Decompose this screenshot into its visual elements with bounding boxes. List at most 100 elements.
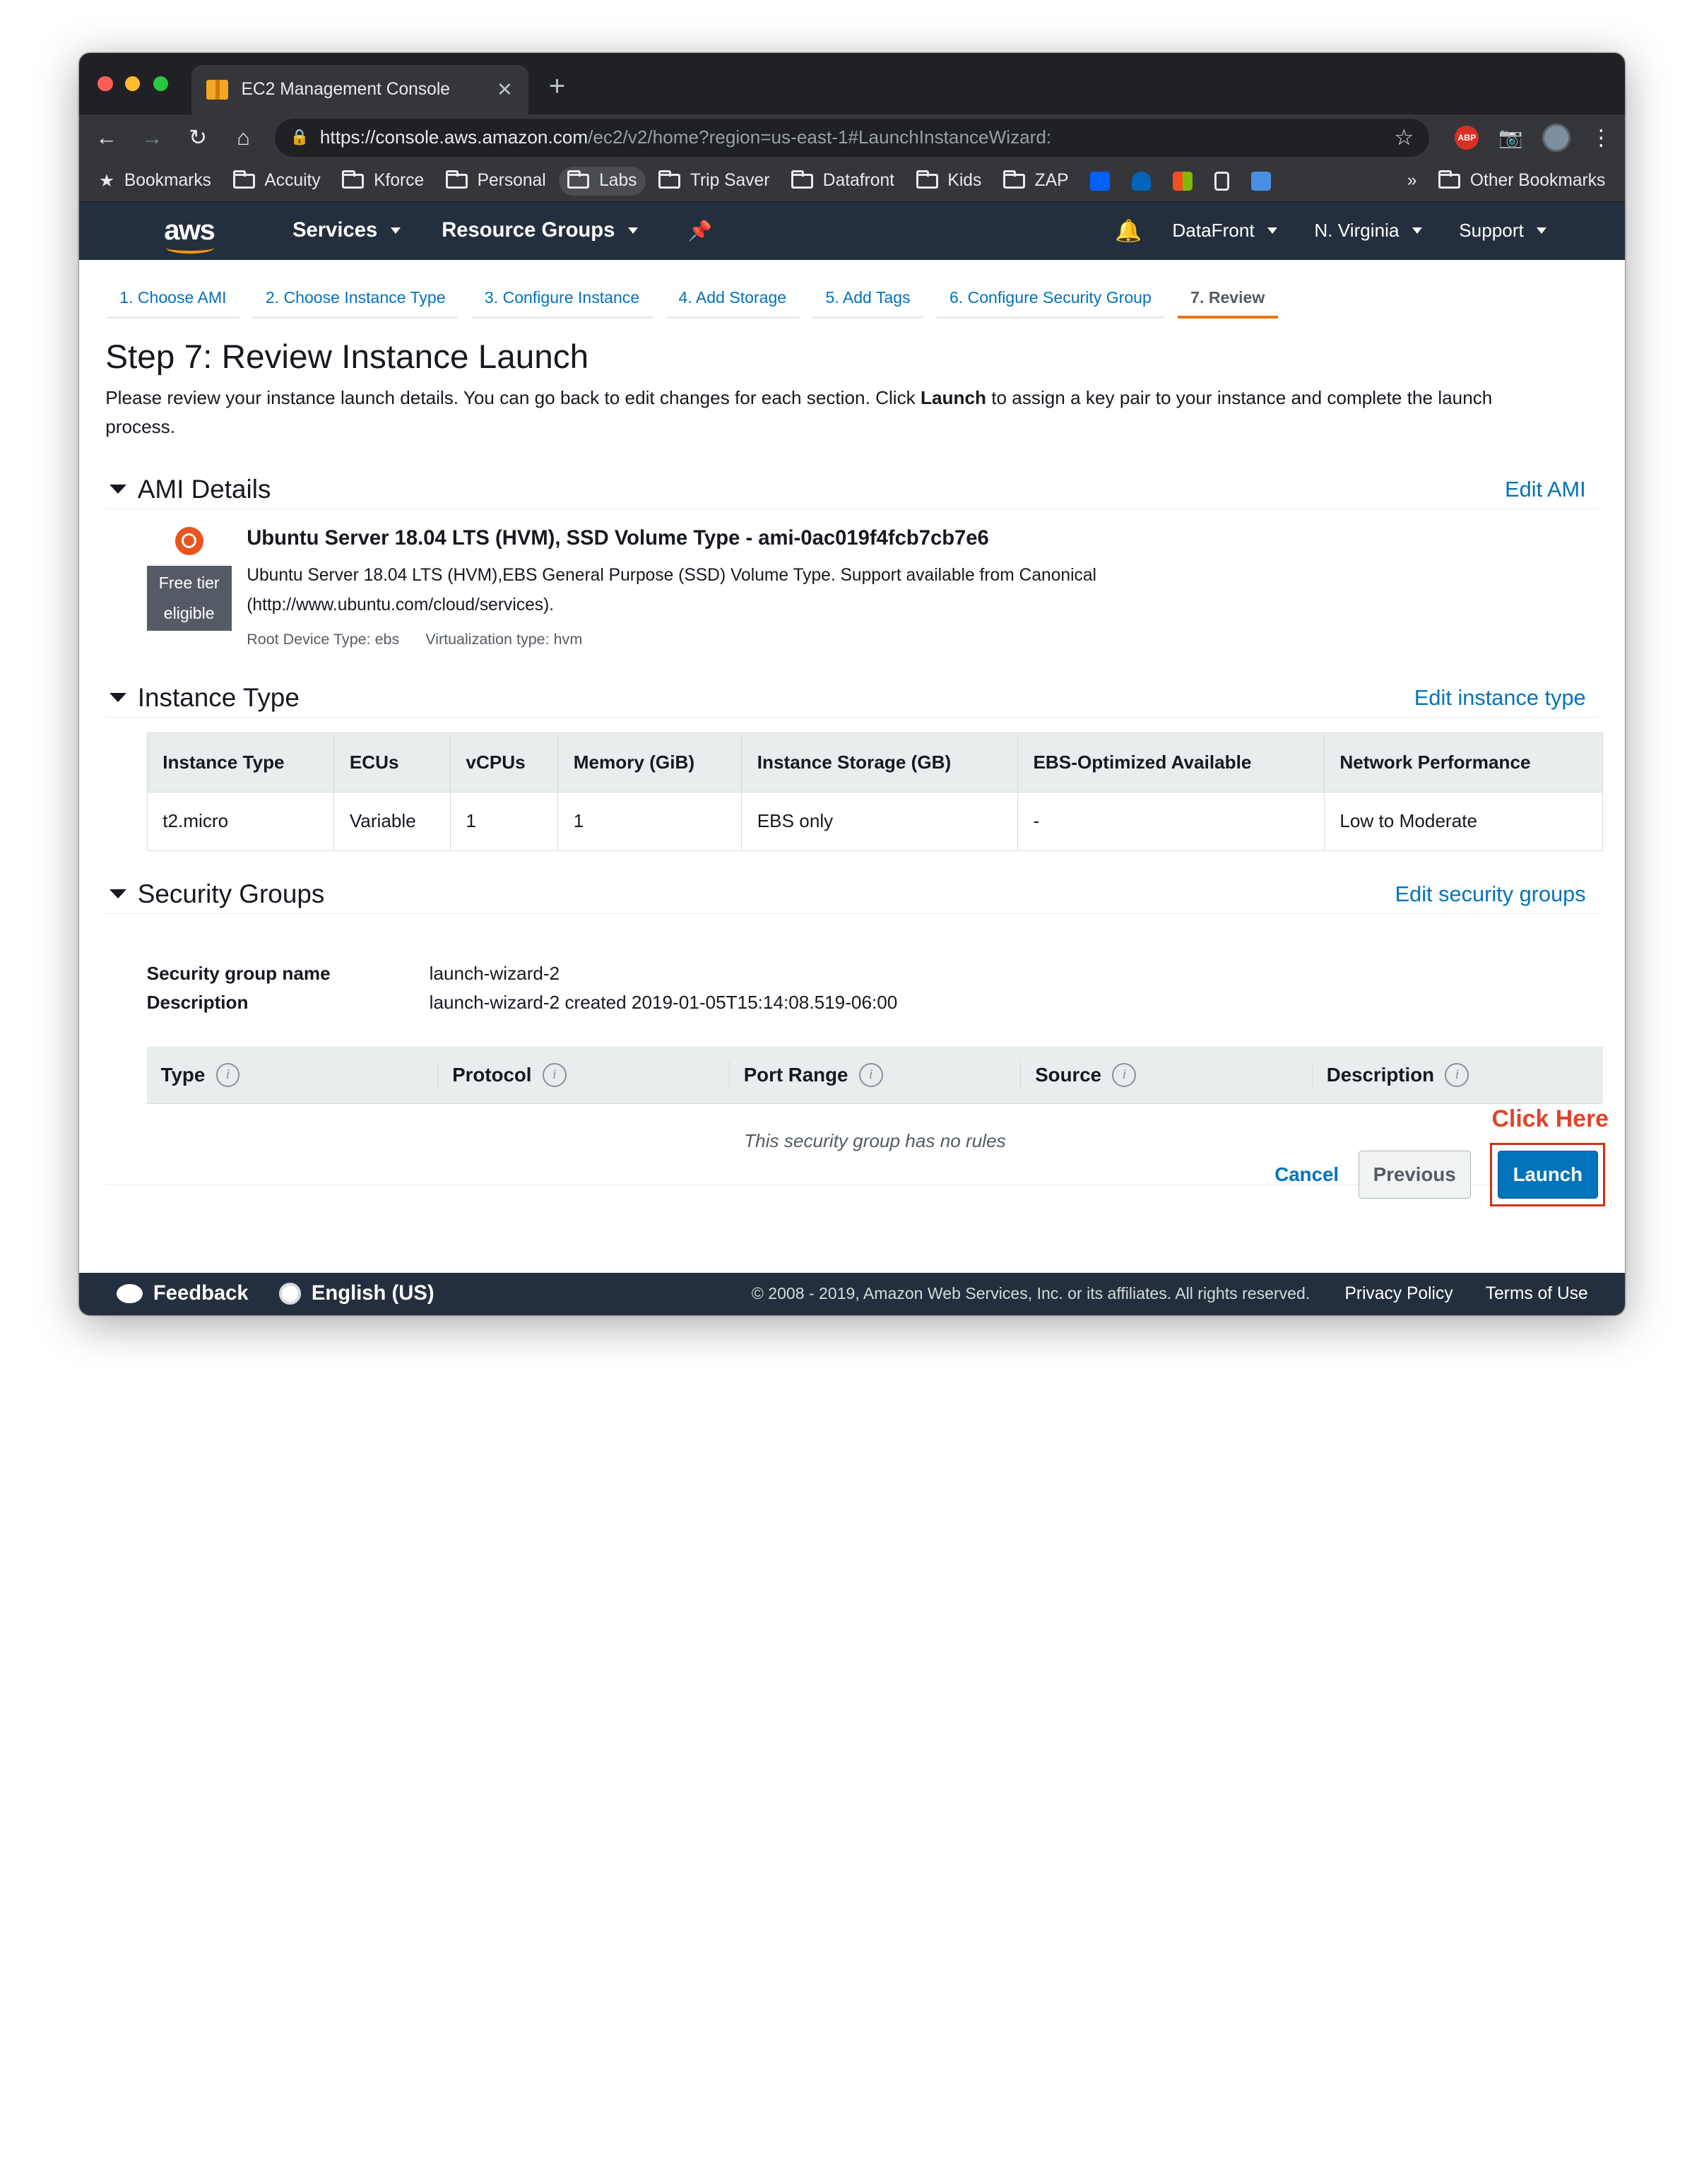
previous-button[interactable]: Previous [1358,1151,1471,1199]
document-icon[interactable] [1214,171,1230,191]
collapse-triangle-icon[interactable] [110,485,127,495]
bookmark-star-icon[interactable]: ☆ [1394,125,1414,150]
bookmark-folder[interactable]: Datafront [791,170,894,191]
aws-logo[interactable]: aws [164,215,215,254]
bookmark-folder[interactable]: Labs [559,167,646,196]
step-choose-instance-type[interactable]: 2. Choose Instance Type [252,260,459,319]
info-icon[interactable]: i [215,1062,240,1087]
sg-description-value: launch-wizard-2 created 2019-01-05T15:14… [429,992,898,1014]
info-icon[interactable]: i [1112,1062,1137,1087]
table-cell: Low to Moderate [1323,791,1604,851]
step-configure-security-group[interactable]: 6. Configure Security Group [936,260,1165,319]
folder-icon [658,170,680,189]
rule-column-header: Source i [1021,1060,1313,1089]
pin-icon[interactable]: 📌 [688,219,712,242]
new-tab-icon[interactable]: + [549,71,565,102]
bookmarks-star[interactable]: ★ Bookmarks [99,170,211,191]
rule-column-header: Protocol i [438,1060,730,1089]
bookmark-folder[interactable]: Kids [916,170,981,191]
tab-strip: EC2 Management Console ✕ + [79,53,1626,114]
edit-ami-link[interactable]: Edit AMI [1505,477,1586,502]
extensions: ABP 📷 ⋮ [1455,123,1612,152]
section-heading[interactable]: AMI Details [138,475,1505,504]
folder-icon [445,170,468,189]
region-menu[interactable]: N. Virginia [1314,220,1422,242]
cancel-button[interactable]: Cancel [1274,1163,1339,1186]
forward-arrow-icon[interactable]: → [138,125,166,150]
feedback-button[interactable]: Feedback [116,1282,249,1305]
home-icon[interactable]: ⌂ [230,125,258,150]
table-cell: EBS only [741,791,1018,851]
bell-icon[interactable]: 🔔 [1115,218,1142,244]
step-configure-instance[interactable]: 3. Configure Instance [471,260,653,319]
collapse-triangle-icon[interactable] [110,693,127,703]
support-menu[interactable]: Support [1459,220,1547,242]
rule-column-header: Port Range i [730,1060,1022,1089]
services-menu[interactable]: Services [292,219,401,242]
camera-icon[interactable]: 📷 [1498,126,1522,149]
browser-tab[interactable]: EC2 Management Console ✕ [191,65,528,114]
tab-title: EC2 Management Console [241,79,450,99]
bookmark-folder[interactable]: Personal [445,170,546,191]
bookmark-folder[interactable]: Kforce [342,170,424,191]
column-header: vCPUs [449,732,559,793]
adblock-icon[interactable]: ABP [1455,125,1479,150]
more-bookmarks-chevron[interactable]: » [1407,171,1417,191]
step-add-tags[interactable]: 5. Add Tags [812,260,924,319]
folder-icon [1002,170,1025,189]
table-cell: Variable [333,791,451,851]
caret-down-icon [627,227,638,235]
step-review[interactable]: 7. Review [1177,260,1278,319]
resource-groups-menu[interactable]: Resource Groups [442,219,638,242]
column-header: Network Performance [1323,732,1604,793]
collapse-triangle-icon[interactable] [110,889,127,899]
dropbox-icon[interactable] [1090,171,1110,191]
url-text[interactable]: https://console.aws.amazon.com/ec2/v2/ho… [320,126,1383,148]
section-heading[interactable]: Instance Type [138,683,1414,713]
microsoft-icon[interactable] [1173,171,1193,191]
table-cell: t2.micro [146,791,335,851]
edit-security-groups-link[interactable]: Edit security groups [1395,882,1586,907]
folder-icon [916,170,938,189]
column-header: EBS-Optimized Available [1017,732,1325,793]
bookmark-folder[interactable]: Accuity [232,170,321,191]
info-icon[interactable]: i [542,1062,567,1087]
section-heading[interactable]: Security Groups [138,879,1395,909]
caret-down-icon [1537,227,1547,235]
minimize-window-button[interactable] [124,76,141,92]
close-window-button[interactable] [97,76,113,92]
rule-column-header: Type i [147,1060,439,1089]
reload-icon[interactable]: ↻ [184,125,212,150]
rules-table: Type i Protocol i Port Range i Source i Desc… [146,1046,1604,1152]
bookmark-folder[interactable]: ZAP [1002,170,1069,191]
bookmark-folder[interactable]: Trip Saver [658,170,769,191]
table-row: t2.micro Variable 1 1 EBS only - Low to … [146,791,1604,851]
close-tab-icon[interactable]: ✕ [497,78,513,101]
step-choose-ami[interactable]: 1. Choose AMI [106,260,239,319]
folder-icon [1438,170,1461,189]
caret-down-icon [390,227,401,235]
terms-of-use-link[interactable]: Terms of Use [1486,1284,1588,1304]
other-bookmarks-folder[interactable]: Other Bookmarks [1438,170,1605,191]
account-menu[interactable]: DataFront [1172,220,1278,242]
column-header: Instance Storage (GB) [741,732,1018,793]
onedrive-icon[interactable] [1131,171,1152,191]
back-arrow-icon[interactable]: ← [93,125,121,150]
launch-button[interactable]: Launch [1498,1151,1598,1199]
maximize-window-button[interactable] [153,76,169,92]
url-bar[interactable]: 🔒 https://console.aws.amazon.com/ec2/v2/… [275,118,1429,157]
ami-description: Ubuntu Server 18.04 LTS (HVM),EBS Genera… [247,566,1096,615]
c-app-icon[interactable] [1250,171,1271,191]
kebab-menu-icon[interactable]: ⋮ [1590,125,1612,150]
free-tier-badge: Free tier eligible [146,566,232,631]
column-header: Instance Type [146,732,335,793]
page-title: Step 7: Review Instance Launch [105,338,589,376]
edit-instance-type-link[interactable]: Edit instance type [1414,685,1586,711]
info-icon[interactable]: i [1445,1062,1469,1087]
privacy-policy-link[interactable]: Privacy Policy [1344,1284,1452,1304]
step-add-storage[interactable]: 4. Add Storage [665,260,800,319]
language-selector[interactable]: English (US) [278,1282,434,1305]
profile-avatar[interactable] [1542,123,1571,152]
column-header: Memory (GiB) [557,732,742,793]
info-icon[interactable]: i [858,1062,883,1087]
